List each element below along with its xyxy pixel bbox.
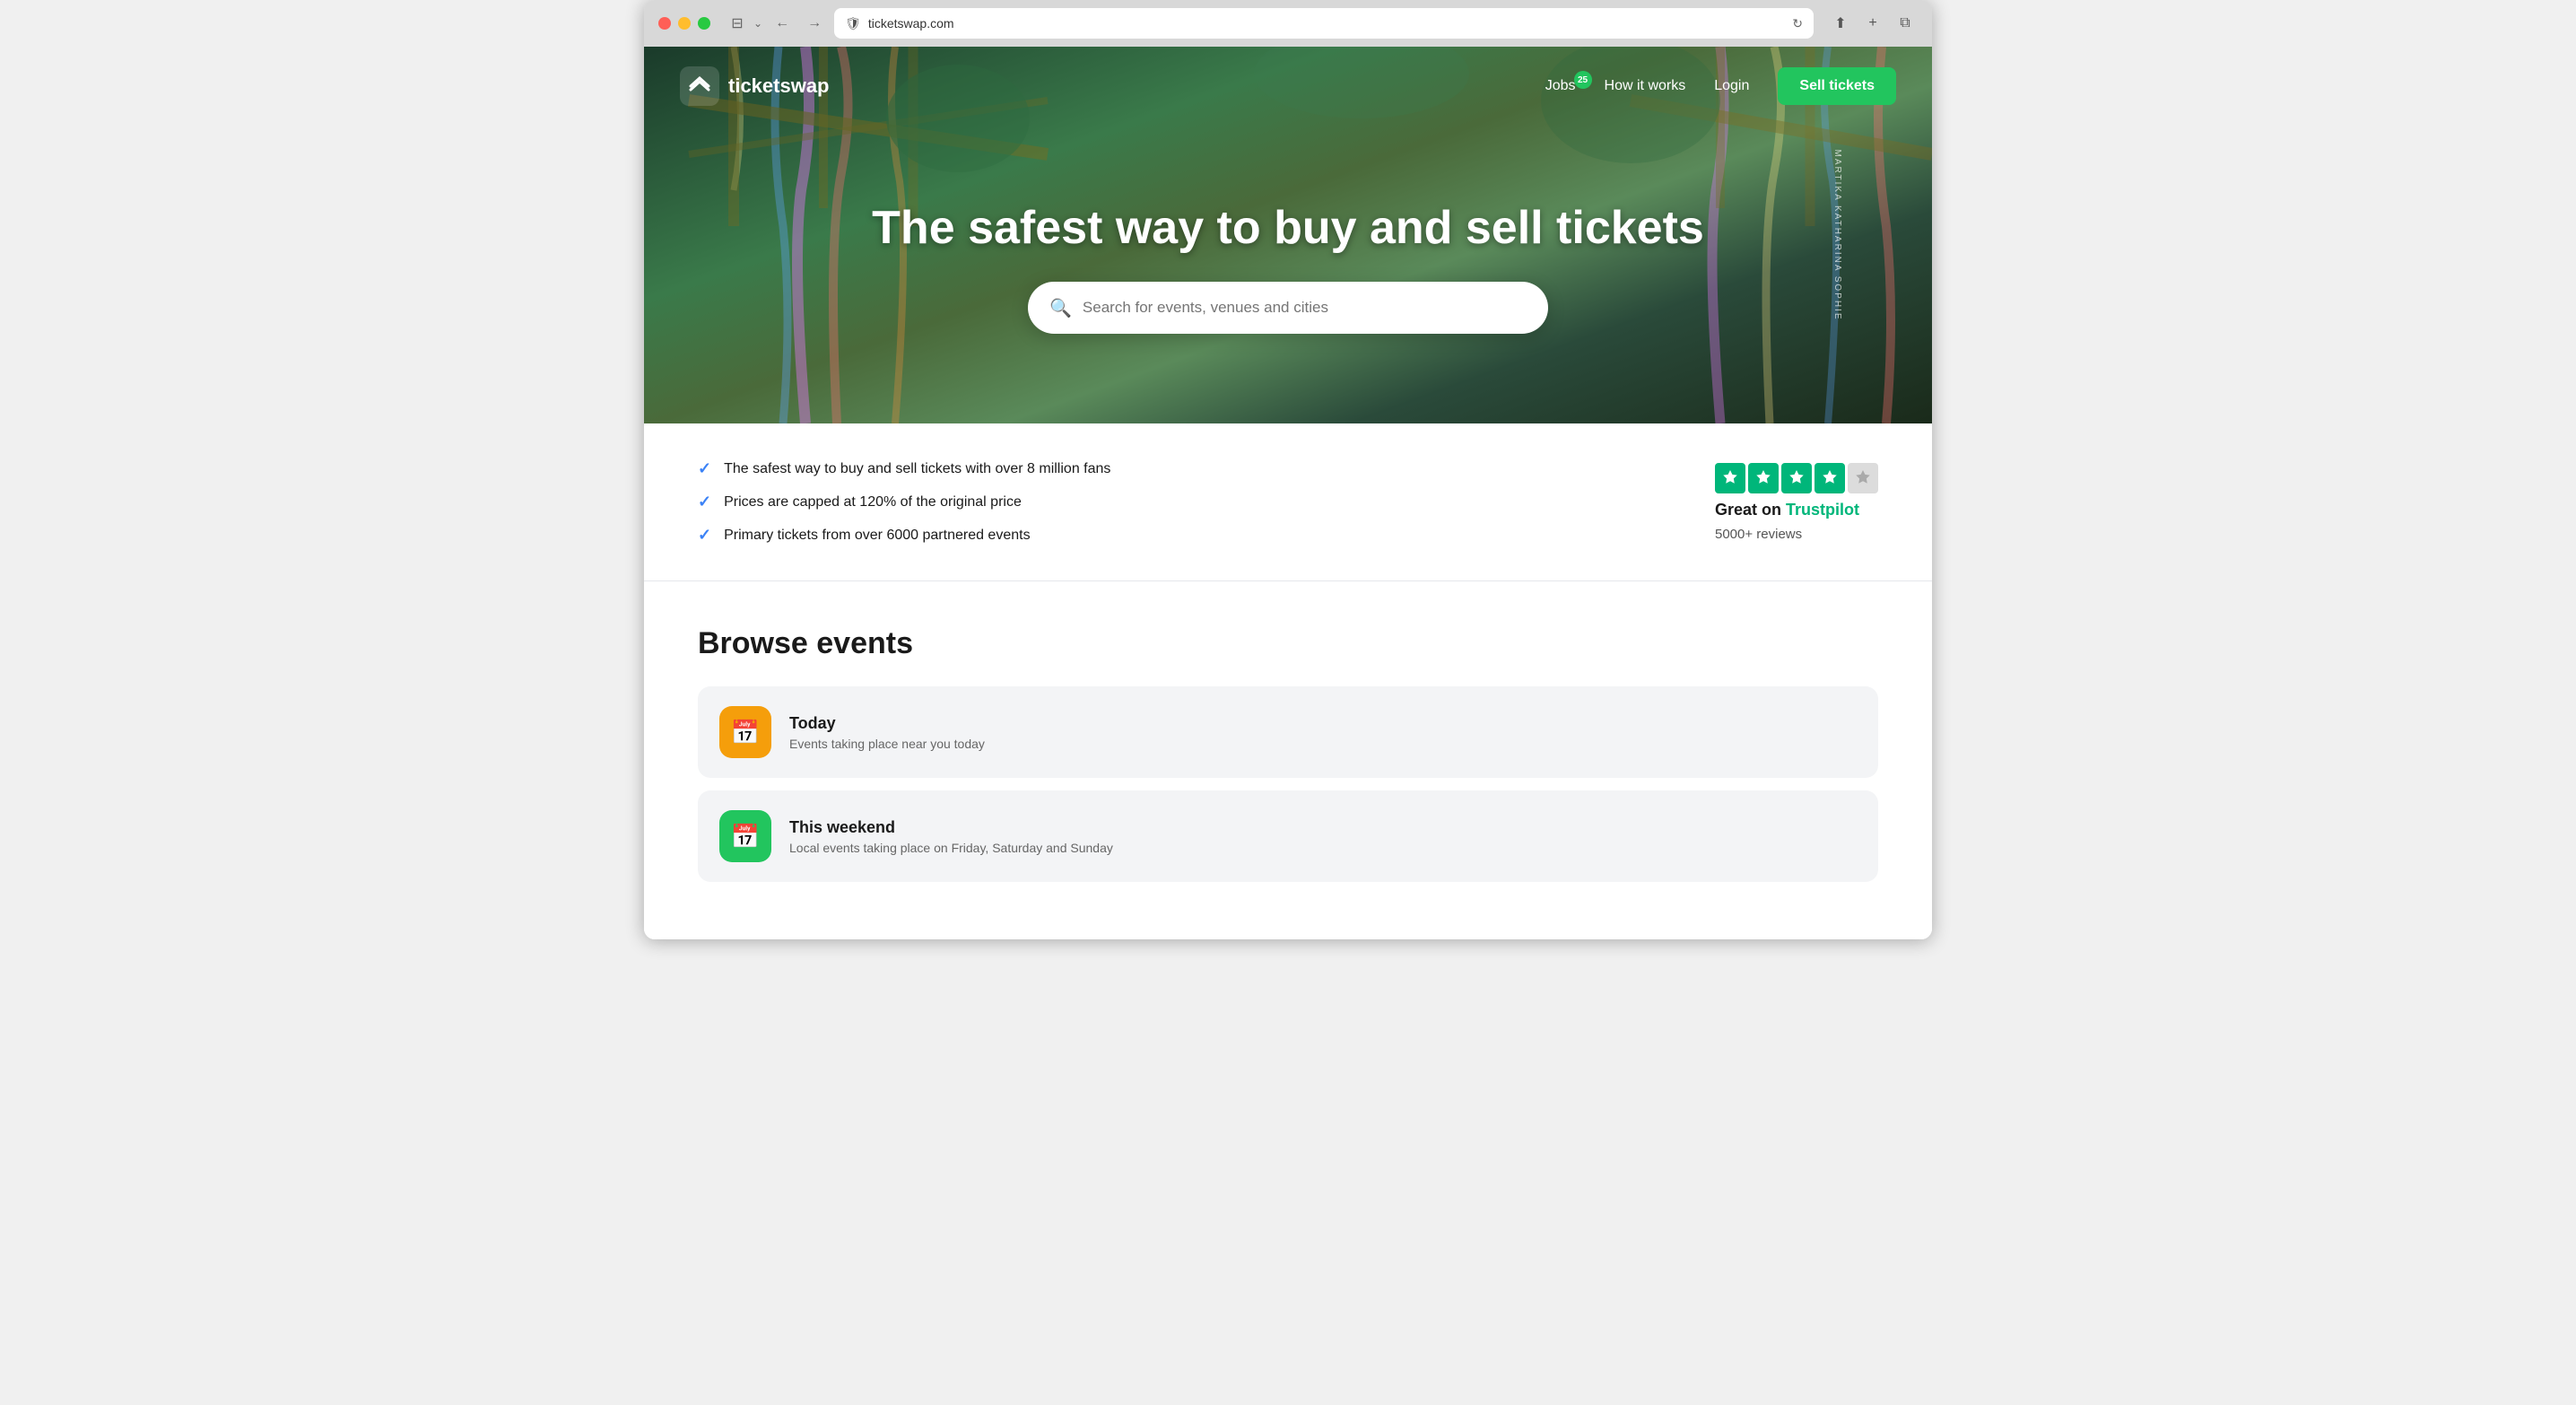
forward-button[interactable]: → bbox=[802, 11, 827, 36]
url-text: ticketswap.com bbox=[868, 16, 954, 31]
refresh-icon[interactable]: ↻ bbox=[1792, 16, 1803, 31]
feature-item-1: ✓ The safest way to buy and sell tickets… bbox=[698, 459, 1110, 478]
hero-headline: The safest way to buy and sell tickets bbox=[644, 201, 1932, 255]
event-info-weekend: This weekend Local events taking place o… bbox=[789, 818, 1113, 855]
share-button[interactable]: ⬆ bbox=[1828, 11, 1853, 36]
trustpilot-link[interactable]: Trustpilot bbox=[1786, 501, 1859, 519]
feature-item-3: ✓ Primary tickets from over 6000 partner… bbox=[698, 526, 1110, 545]
nav-login-link[interactable]: Login bbox=[1714, 78, 1749, 94]
feature-text-3: Primary tickets from over 6000 partnered… bbox=[724, 528, 1030, 544]
sell-tickets-button[interactable]: Sell tickets bbox=[1778, 67, 1896, 105]
hero-text: The safest way to buy and sell tickets 🔍 bbox=[644, 201, 1932, 334]
search-bar[interactable]: 🔍 bbox=[1028, 282, 1548, 334]
check-icon-1: ✓ bbox=[698, 459, 711, 478]
star-3 bbox=[1781, 463, 1812, 493]
browser-titlebar: ⊟ ⌄ ← → 🛡 ticketswap.com ↻ ⬆ + ⧉ bbox=[644, 0, 1932, 47]
browser-window: ⊟ ⌄ ← → 🛡 ticketswap.com ↻ ⬆ + ⧉ bbox=[644, 0, 1932, 939]
reviews-count: 5000+ reviews bbox=[1715, 527, 1802, 542]
fullscreen-button[interactable] bbox=[698, 17, 710, 30]
windows-button[interactable]: ⧉ bbox=[1893, 11, 1918, 36]
browser-actions: ⬆ + ⧉ bbox=[1828, 11, 1918, 36]
weekend-subtitle: Local events taking place on Friday, Sat… bbox=[789, 841, 1113, 855]
event-card-weekend[interactable]: 📅 This weekend Local events taking place… bbox=[698, 790, 1878, 882]
close-button[interactable] bbox=[658, 17, 671, 30]
page-content: ticketswap Jobs 25 How it works Login Se… bbox=[644, 47, 1932, 939]
minimize-button[interactable] bbox=[678, 17, 691, 30]
logo-icon bbox=[680, 66, 719, 106]
today-title: Today bbox=[789, 714, 985, 733]
jobs-badge: 25 bbox=[1574, 71, 1592, 89]
star-1 bbox=[1715, 463, 1745, 493]
feature-text-1: The safest way to buy and sell tickets w… bbox=[724, 461, 1110, 477]
traffic-lights bbox=[658, 17, 710, 30]
weekend-icon: 📅 bbox=[719, 810, 771, 862]
navigation: ticketswap Jobs 25 How it works Login Se… bbox=[644, 47, 1932, 126]
check-icon-3: ✓ bbox=[698, 526, 711, 545]
browse-title: Browse events bbox=[698, 626, 1878, 661]
logo[interactable]: ticketswap bbox=[680, 66, 830, 106]
features-bar: ✓ The safest way to buy and sell tickets… bbox=[644, 423, 1932, 581]
new-tab-button[interactable]: + bbox=[1860, 11, 1885, 36]
hero-section: ticketswap Jobs 25 How it works Login Se… bbox=[644, 47, 1932, 423]
weekend-title: This weekend bbox=[789, 818, 1113, 837]
today-subtitle: Events taking place near you today bbox=[789, 737, 985, 751]
sidebar-toggle-icon[interactable]: ⊟ bbox=[725, 14, 750, 32]
nav-jobs-link[interactable]: Jobs 25 bbox=[1545, 78, 1576, 94]
nav-links: Jobs 25 How it works Login Sell tickets bbox=[1545, 67, 1896, 105]
star-4 bbox=[1815, 463, 1845, 493]
check-icon-2: ✓ bbox=[698, 493, 711, 511]
search-input[interactable] bbox=[1083, 299, 1527, 317]
feature-item-2: ✓ Prices are capped at 120% of the origi… bbox=[698, 493, 1110, 511]
search-icon: 🔍 bbox=[1049, 297, 1072, 319]
trustpilot-section: Great on Trustpilot 5000+ reviews bbox=[1715, 463, 1878, 542]
address-bar[interactable]: 🛡 ticketswap.com ↻ bbox=[834, 8, 1814, 39]
star-2 bbox=[1748, 463, 1779, 493]
event-card-today[interactable]: 📅 Today Events taking place near you tod… bbox=[698, 686, 1878, 778]
browser-controls: ⊟ ⌄ bbox=[725, 14, 762, 32]
dropdown-chevron-icon[interactable]: ⌄ bbox=[753, 17, 762, 30]
star-5-empty bbox=[1848, 463, 1878, 493]
side-watermark: MARTIKA KATHARINA SOPHIE bbox=[1832, 150, 1842, 321]
nav-how-it-works-link[interactable]: How it works bbox=[1605, 78, 1686, 94]
features-list: ✓ The safest way to buy and sell tickets… bbox=[698, 459, 1110, 545]
feature-text-2: Prices are capped at 120% of the origina… bbox=[724, 494, 1022, 511]
logo-text: ticketswap bbox=[728, 74, 830, 98]
star-rating bbox=[1715, 463, 1878, 493]
back-button[interactable]: ← bbox=[770, 11, 795, 36]
shield-icon: 🛡 bbox=[845, 16, 861, 31]
today-icon: 📅 bbox=[719, 706, 771, 758]
browse-section: Browse events 📅 Today Events taking plac… bbox=[644, 581, 1932, 939]
event-info-today: Today Events taking place near you today bbox=[789, 714, 985, 751]
trustpilot-text: Great on Trustpilot bbox=[1715, 501, 1859, 519]
